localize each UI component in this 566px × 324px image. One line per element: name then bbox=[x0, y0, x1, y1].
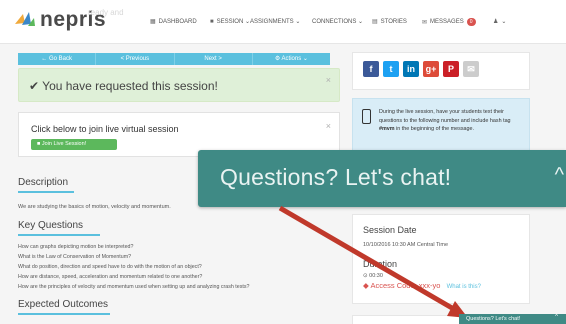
ghost-text: ready and bbox=[88, 8, 124, 17]
user-menu-chevron: ⌄ bbox=[501, 19, 507, 25]
info-text-after: in the beginning of the message. bbox=[394, 126, 475, 132]
go-back-button[interactable]: ← Go Back bbox=[18, 53, 97, 65]
info-text: During the live session, have your stude… bbox=[379, 108, 527, 134]
info-text-before: During the live session, have your stude… bbox=[379, 109, 511, 124]
nav-stories[interactable]: ▤ STORIES bbox=[372, 18, 407, 26]
description-text: We are studying the basics of motion, ve… bbox=[18, 204, 171, 210]
join-live-session-button[interactable]: ■ Join Live Session! bbox=[31, 139, 117, 150]
description-underline bbox=[18, 191, 74, 193]
social-share-panel: f t in g+ P ✉ bbox=[352, 52, 530, 90]
nav-dashboard-label: DASHBOARD bbox=[158, 18, 197, 25]
user-icon: ♟ bbox=[493, 19, 499, 25]
session-details-panel: Session Date 10/10/2016 10:30 AM Central… bbox=[352, 214, 530, 304]
envelope-icon: ✉ bbox=[422, 19, 428, 26]
actions-dropdown[interactable]: ⚙ Actions ⌄ bbox=[253, 53, 330, 65]
chat-small-label: Questions? Let's chat! bbox=[466, 316, 521, 322]
session-date-title: Session Date bbox=[363, 225, 417, 235]
chat-widget[interactable]: Questions? Let's chat! ^ bbox=[459, 314, 566, 324]
key-questions-underline bbox=[18, 234, 100, 236]
nav-user-menu[interactable]: ♟ ⌄ bbox=[493, 18, 506, 25]
expected-outcomes-heading: Expected Outcomes bbox=[18, 299, 109, 310]
question-item: What do position, direction and speed ha… bbox=[18, 264, 202, 270]
phone-icon bbox=[362, 109, 371, 124]
next-button[interactable]: Next > bbox=[175, 53, 253, 65]
top-navigation: nepris ready and ▦ DASHBOARD ■ SESSION ⌄… bbox=[0, 0, 566, 44]
messages-count-badge: 0 bbox=[466, 18, 476, 26]
join-title: Click below to join live virtual session bbox=[31, 124, 179, 134]
expected-outcomes-underline bbox=[18, 313, 110, 315]
nav-assignments-label: ASSIGNMENTS ⌄ bbox=[250, 19, 301, 25]
question-item: What is the Law of Conservation of Momen… bbox=[18, 254, 132, 260]
previous-button[interactable]: < Previous bbox=[96, 53, 175, 65]
email-share-icon[interactable]: ✉ bbox=[463, 61, 479, 77]
access-code-label: ◆ Access Code: bbox=[363, 281, 419, 290]
alert-message: ✔ You have requested this session! bbox=[29, 79, 218, 93]
info-hashtag: #mvm bbox=[379, 126, 395, 132]
session-action-bar: ← Go Back < Previous Next > ⚙ Actions ⌄ bbox=[18, 53, 330, 65]
question-item: How can graphs depicting motion be inter… bbox=[18, 244, 134, 250]
nav-messages-label: MESSAGES bbox=[430, 19, 464, 25]
facebook-icon[interactable]: f bbox=[363, 61, 379, 77]
question-item: How are the principles of velocity and m… bbox=[18, 284, 250, 290]
twitter-icon[interactable]: t bbox=[383, 61, 399, 77]
duration-title: Duration bbox=[363, 259, 398, 269]
nav-session[interactable]: ■ SESSION ⌄ bbox=[210, 18, 250, 26]
question-item: How are distance, speed, acceleration an… bbox=[18, 274, 203, 280]
nav-session-label: SESSION ⌄ bbox=[216, 19, 250, 25]
nav-connections-label: CONNECTIONS ⌄ bbox=[312, 19, 364, 25]
chat-big-label: Questions? Let's chat! bbox=[220, 164, 452, 190]
dashboard-icon: ▦ bbox=[150, 19, 156, 25]
chevron-up-icon: ^ bbox=[554, 164, 564, 186]
nav-messages[interactable]: ✉ MESSAGES 0 bbox=[422, 18, 476, 26]
google-plus-icon[interactable]: g+ bbox=[423, 61, 439, 77]
nav-stories-label: STORIES bbox=[380, 18, 407, 25]
nav-dashboard[interactable]: ▦ DASHBOARD bbox=[150, 18, 197, 26]
stories-icon: ▤ bbox=[372, 19, 378, 25]
close-icon[interactable]: × bbox=[326, 75, 331, 85]
access-code-value: xxx-yo bbox=[418, 281, 441, 290]
key-questions-heading: Key Questions bbox=[18, 220, 84, 231]
session-icon: ■ bbox=[210, 18, 214, 25]
session-date-value: 10/10/2016 10:30 AM Central Time bbox=[363, 242, 448, 248]
chevron-up-icon: ^ bbox=[555, 314, 558, 320]
nav-assignments[interactable]: ASSIGNMENTS ⌄ bbox=[250, 18, 300, 25]
close-icon[interactable]: × bbox=[326, 121, 331, 131]
description-heading: Description bbox=[18, 177, 69, 188]
pinterest-icon[interactable]: P bbox=[443, 61, 459, 77]
nepris-logo-icon bbox=[14, 10, 36, 30]
duration-value: ⊙ 00:30 bbox=[363, 273, 383, 279]
linkedin-icon[interactable]: in bbox=[403, 61, 419, 77]
nav-connections[interactable]: CONNECTIONS ⌄ bbox=[312, 18, 363, 25]
what-is-this-link[interactable]: What is this? bbox=[447, 284, 481, 290]
access-code: ◆ Access Code: xxx-yo What is this? bbox=[363, 281, 481, 290]
success-alert: ✔ You have requested this session! × bbox=[18, 68, 340, 102]
chat-widget-zoomed[interactable]: Questions? Let's chat! ^ bbox=[198, 150, 566, 207]
